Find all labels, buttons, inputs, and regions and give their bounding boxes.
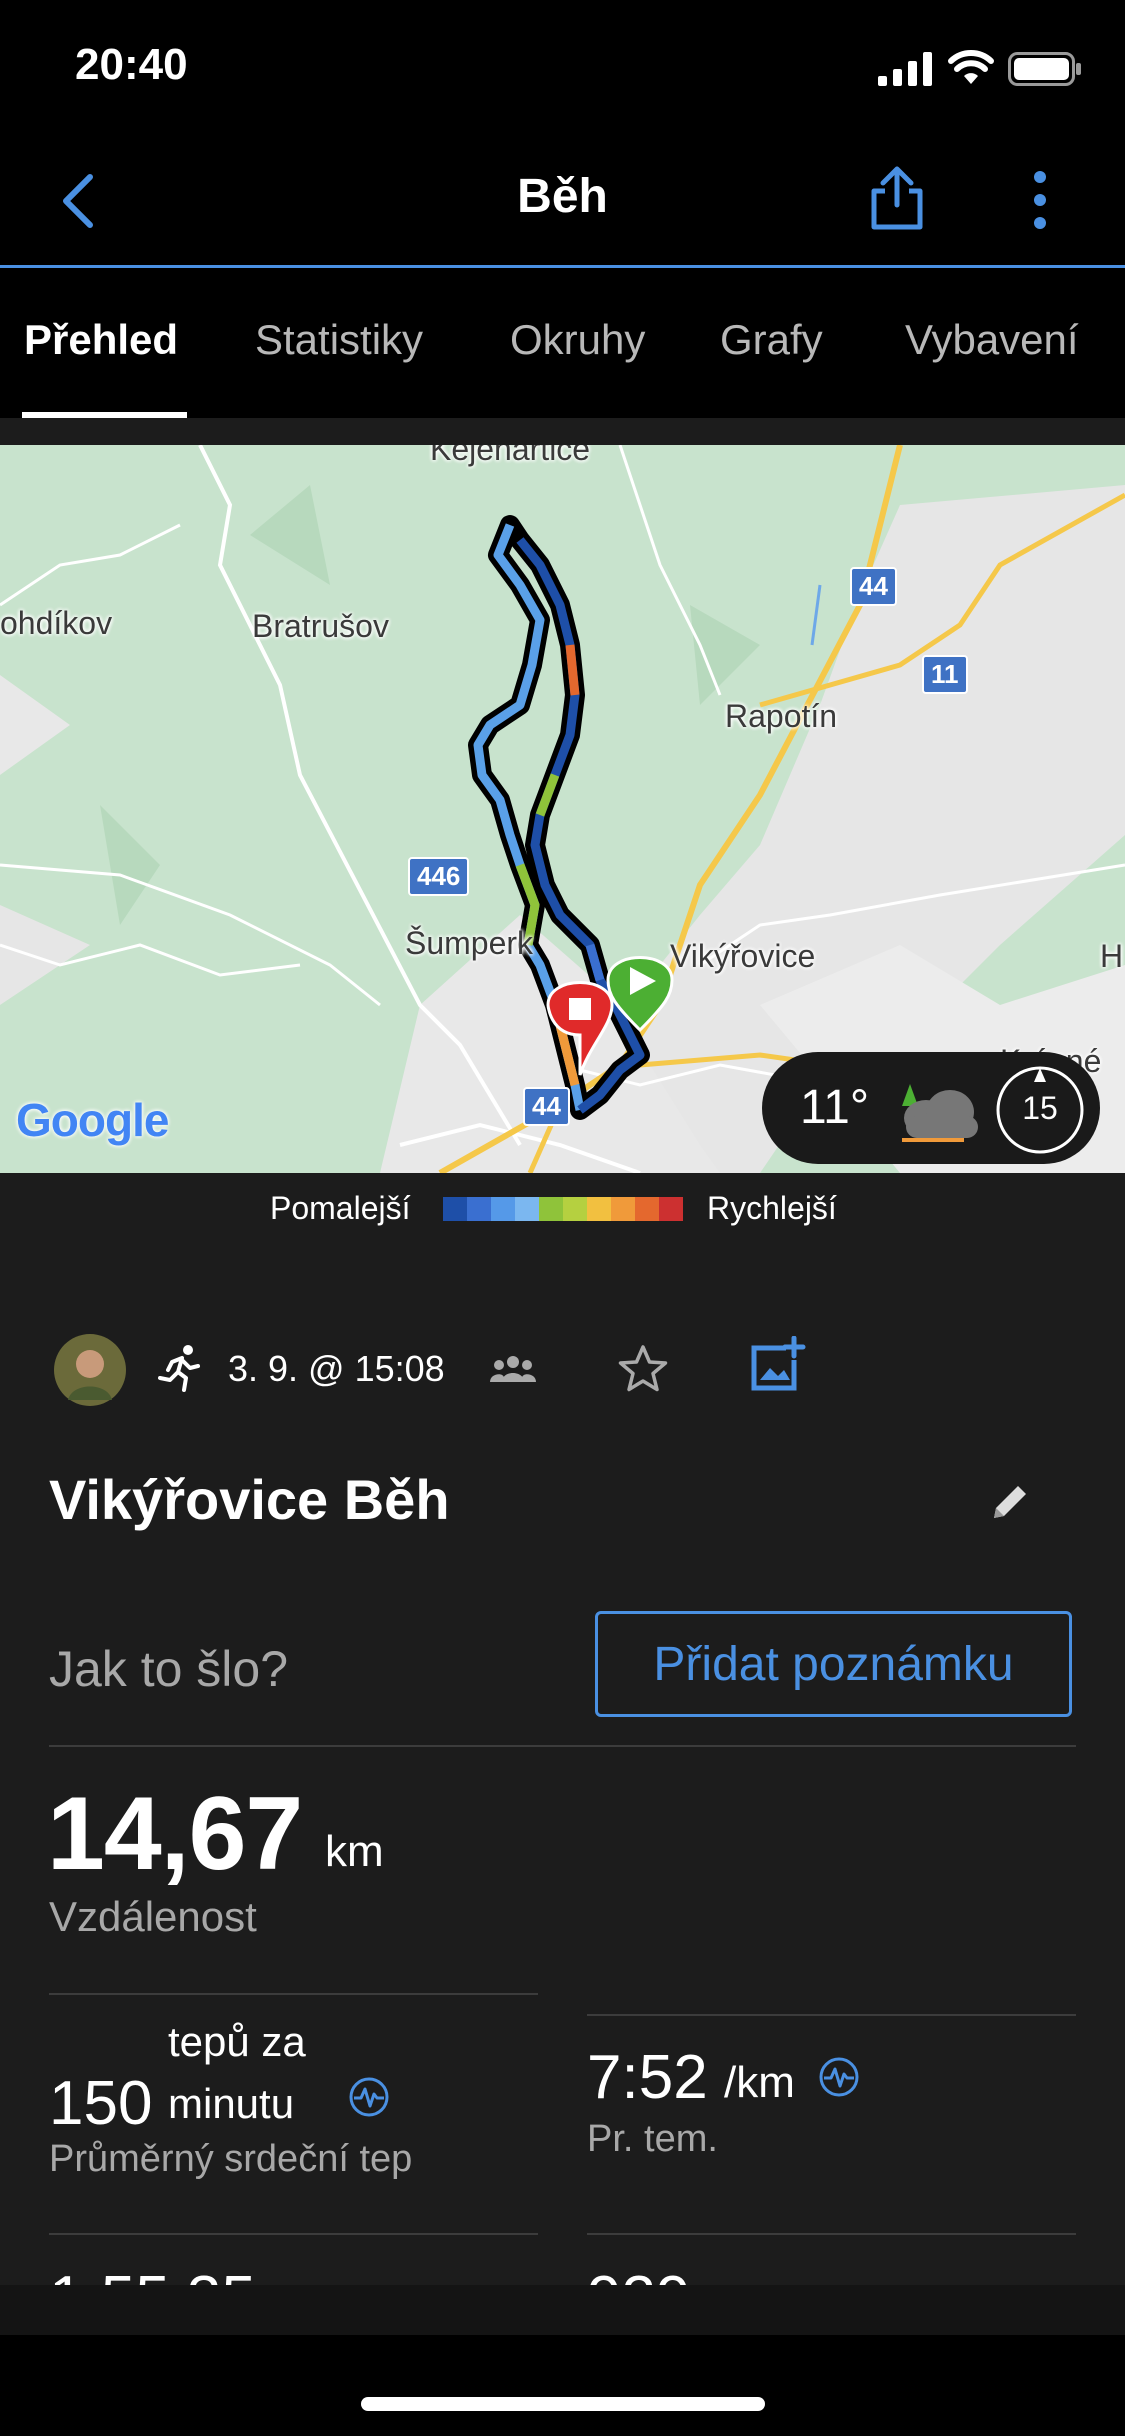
add-note-button[interactable]: Přidat poznámku — [595, 1611, 1072, 1717]
active-tab-indicator — [22, 412, 187, 418]
legend-color-swatch — [659, 1197, 683, 1221]
calories-value: 929 — [587, 2263, 690, 2285]
map-label-bratrusov: Bratrušov — [252, 608, 389, 644]
road-number-11: 11 — [922, 655, 968, 694]
wind-speed: 15 — [1022, 1090, 1058, 1126]
divider — [49, 1745, 1076, 1747]
how-did-it-go-prompt: Jak to šlo? — [49, 1641, 289, 1697]
map-label-kejenartice: Kejenartice — [430, 445, 591, 467]
home-bar-area — [0, 2335, 1125, 2436]
more-options-icon[interactable] — [1030, 169, 1050, 231]
navigation-bar: Běh — [0, 135, 1125, 268]
distance-value: 14,67 — [47, 1776, 303, 1892]
legend-color-swatch — [635, 1197, 660, 1221]
cellular-signal-icon — [878, 52, 932, 86]
divider — [587, 2233, 1076, 2235]
cloudy-weather-icon — [902, 1084, 978, 1142]
legend-color-swatch — [491, 1197, 516, 1221]
next-stats-row-clipped: 1:55:35 929 — [0, 2255, 1125, 2285]
road-number-44-bottom: 44 — [523, 1087, 570, 1126]
divider — [587, 2014, 1076, 2016]
map-label-right-edge: H — [1100, 938, 1124, 974]
bottom-fade — [0, 2285, 1125, 2335]
activity-meta-row: 3. 9. @ 15:08 — [0, 1330, 1125, 1410]
heart-rate-value: 150 — [49, 2069, 153, 2138]
share-icon[interactable] — [868, 165, 926, 233]
legend-color-swatch — [443, 1197, 468, 1221]
heart-rate-unit-line2: minutu — [168, 2080, 295, 2127]
activity-datetime: 3. 9. @ 15:08 — [228, 1348, 445, 1389]
home-indicator[interactable] — [361, 2397, 765, 2411]
heart-rate-sensor-icon — [349, 2077, 389, 2117]
tab-laps[interactable]: Okruhy — [510, 316, 645, 364]
legend-gradient — [443, 1197, 683, 1221]
group-icon[interactable] — [490, 1354, 536, 1384]
google-logo: Google — [16, 1094, 169, 1146]
add-photo-icon[interactable] — [748, 1336, 806, 1394]
legend-color-swatch — [611, 1197, 636, 1221]
legend-color-swatch — [539, 1197, 564, 1221]
duration-value: 1:55:35 — [49, 2263, 256, 2285]
map-label-sumperk: Šumperk — [405, 925, 534, 961]
legend-color-swatch — [515, 1197, 540, 1221]
heart-rate-unit-line1: tepů za — [168, 2018, 306, 2065]
divider — [49, 1993, 538, 1995]
distance-unit: km — [325, 1827, 384, 1876]
activity-name: Vikýřovice Běh — [49, 1468, 450, 1531]
weather-temperature: 11° — [800, 1081, 870, 1134]
speed-legend: Pomalejší Rychlejší — [0, 1185, 1125, 1235]
distance-label: Vzdálenost — [49, 1893, 257, 1940]
tab-charts[interactable]: Grafy — [720, 316, 823, 364]
status-time: 20:40 — [75, 40, 188, 89]
road-number-44-top: 44 — [850, 567, 897, 606]
legend-faster-label: Rychlejší — [707, 1190, 837, 1226]
heart-rate-label: Průměrný srdeční tep — [49, 2138, 413, 2180]
battery-icon — [1008, 52, 1081, 86]
tab-overview[interactable]: Přehled — [24, 316, 178, 364]
tab-bar: Přehled Statistiky Okruhy Grafy Vybavení — [0, 268, 1125, 418]
legend-slower-label: Pomalejší — [270, 1190, 411, 1226]
pace-sensor-icon — [819, 2057, 859, 2097]
divider — [49, 2233, 538, 2235]
edit-pencil-icon[interactable] — [990, 1480, 1032, 1522]
pace-unit: /km — [724, 2058, 795, 2107]
map-label-left-edge: ohdíkov — [0, 605, 113, 641]
page-title: Běh — [517, 170, 608, 223]
tab-gear[interactable]: Vybavení — [905, 316, 1079, 364]
status-bar: 20:40 — [0, 0, 1125, 135]
pace-value: 7:52 — [587, 2043, 708, 2112]
legend-color-swatch — [467, 1197, 492, 1221]
pace-label: Pr. tem. — [587, 2118, 718, 2160]
legend-color-swatch — [587, 1197, 612, 1221]
running-icon — [158, 1345, 200, 1392]
weather-widget[interactable]: 11° 15 — [762, 1052, 1100, 1164]
map-label-rapotin: Rapotín — [725, 698, 838, 734]
favorite-star-icon[interactable] — [617, 1344, 669, 1394]
road-number-446: 446 — [408, 857, 470, 896]
wifi-icon — [948, 50, 994, 84]
map-label-vikyrovice: Vikýřovice — [670, 938, 816, 974]
avatar[interactable] — [54, 1334, 126, 1406]
legend-color-swatch — [563, 1197, 588, 1221]
tab-statistics[interactable]: Statistiky — [255, 316, 423, 364]
